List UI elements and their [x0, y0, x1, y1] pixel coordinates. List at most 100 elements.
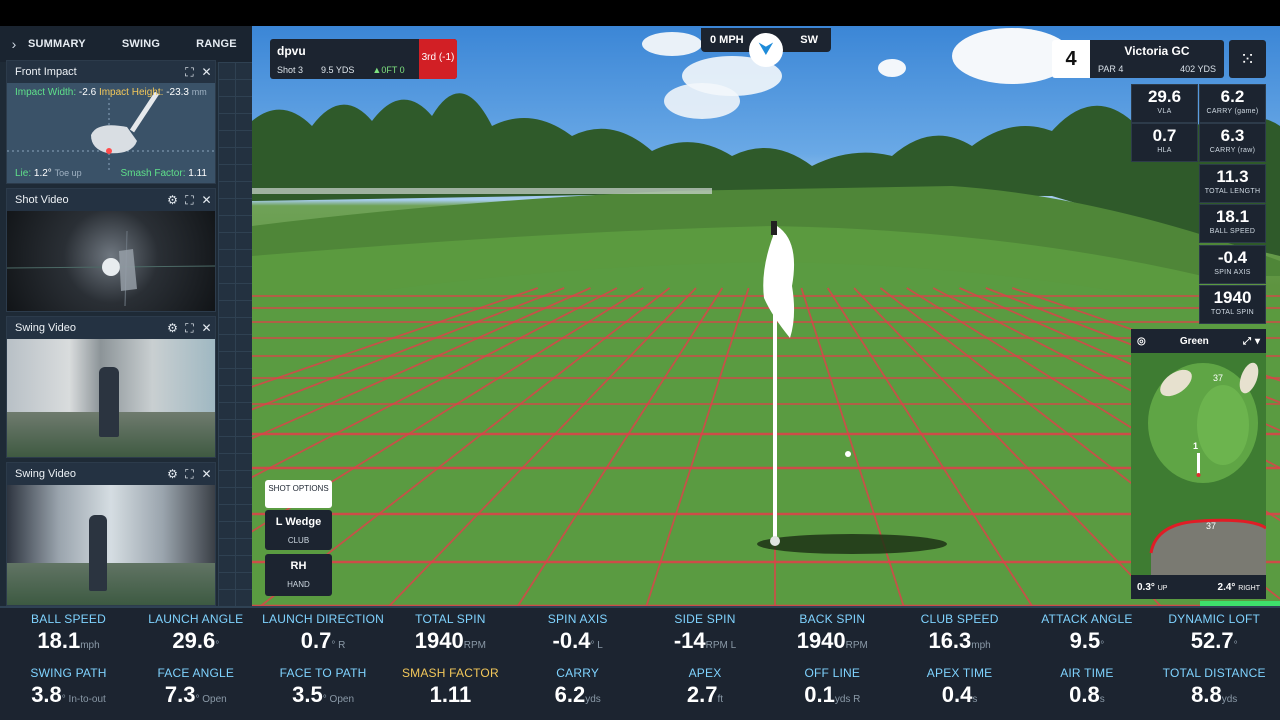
- stat-label: SPIN AXIS: [1214, 269, 1251, 276]
- minimap-view[interactable]: 37 37 1: [1131, 353, 1266, 575]
- metric-value-row: 52.7°: [1151, 630, 1278, 657]
- metric-unit: s: [972, 694, 978, 705]
- stat-tile-spin-axis: -0.4 SPIN AXIS: [1199, 245, 1266, 284]
- hole-details: PAR 4 402 YDS: [1098, 64, 1216, 74]
- gear-icon[interactable]: ⚙: [164, 467, 181, 481]
- minimap-header: ◎ Green ⤢ ▾: [1131, 329, 1266, 353]
- elevation-readout: 0.3° UP: [1137, 581, 1168, 593]
- metric-unit: ° In-to-out: [61, 694, 106, 705]
- top-strip: [0, 0, 1280, 26]
- lie-value: 1.2°: [33, 168, 52, 179]
- metric-value: 1940: [796, 628, 846, 653]
- golfer-figure: [89, 515, 107, 591]
- metric-unit: yds: [585, 694, 601, 705]
- metric-value-row: 18.1mph: [5, 630, 132, 657]
- gear-icon[interactable]: ⚙: [164, 321, 181, 335]
- metric-value: 7.3: [164, 682, 196, 707]
- impact-footer: Lie: 1.2° Toe up Smash Factor: 1.11: [15, 168, 207, 179]
- metric-value-row: 1940RPM: [387, 630, 514, 657]
- metric-launch-direction: LAUNCH DIRECTION 0.7° R: [260, 612, 387, 657]
- metric-value-row: 2.7ft: [642, 684, 769, 711]
- distance-marker-bottom: 37: [1206, 521, 1217, 531]
- player-name: dpvu: [277, 44, 306, 58]
- metric-value: 16.3: [928, 628, 972, 653]
- metric-label: DYNAMIC LOFT: [1168, 612, 1261, 626]
- metric-unit: mph: [80, 640, 100, 651]
- expand-chevron-icon[interactable]: ›: [0, 36, 28, 52]
- close-icon[interactable]: ✕: [198, 65, 215, 79]
- metric-club-speed: CLUB SPEED 16.3mph: [896, 612, 1023, 657]
- shot-video-panel: Shot Video ⚙ ⛶ ✕: [6, 188, 216, 312]
- grid-menu-icon[interactable]: ⁙: [1229, 40, 1266, 78]
- metric-value-row: 1940RPM: [769, 630, 896, 657]
- tab-summary[interactable]: SUMMARY: [28, 38, 86, 50]
- metric-value-row: 3.8° In-to-out: [5, 684, 132, 711]
- shot-options-button[interactable]: SHOT OPTIONS: [265, 480, 332, 508]
- metric-unit: s: [1099, 694, 1105, 705]
- chevron-down-icon[interactable]: ▾: [1255, 336, 1260, 347]
- fullscreen-icon[interactable]: ⛶: [181, 321, 198, 336]
- smash-value: 1.11: [188, 168, 207, 179]
- metric-value-row: 9.5°: [1023, 630, 1150, 657]
- metric-value: 52.7: [1190, 628, 1234, 653]
- panel-header: Swing Video ⚙ ⛶ ✕: [7, 463, 215, 485]
- metric-label: LAUNCH ANGLE: [148, 612, 244, 626]
- shot-video-view[interactable]: [7, 211, 215, 311]
- swing-video-view-2[interactable]: [7, 485, 215, 605]
- hand-selector[interactable]: RH HAND: [265, 554, 332, 596]
- close-icon[interactable]: ✕: [198, 321, 215, 335]
- metric-value-row: 16.3mph: [896, 630, 1023, 657]
- stat-tile-vla: 29.6 VLA: [1131, 84, 1198, 123]
- stat-tile-ball-speed: 18.1 BALL SPEED: [1199, 204, 1266, 243]
- close-icon[interactable]: ✕: [198, 193, 215, 207]
- metric-side-spin: SIDE SPIN -14RPM L: [642, 612, 769, 657]
- metric-unit: RPM: [463, 640, 486, 651]
- golfer-figure: [99, 367, 119, 437]
- fullscreen-icon[interactable]: ⛶: [181, 467, 198, 482]
- metric-total-spin: TOTAL SPIN 1940RPM: [387, 612, 514, 657]
- course-view: [252, 26, 1280, 606]
- hole-number: 4: [1052, 40, 1090, 78]
- swing-video-view-1[interactable]: [7, 339, 215, 457]
- metric-value-row: 3.5° Open: [260, 684, 387, 711]
- stat-value: -0.4: [1217, 248, 1248, 267]
- metric-unit: ° R: [331, 640, 346, 651]
- club-label: CLUB: [287, 536, 310, 545]
- metric-label: AIR TIME: [1060, 666, 1114, 680]
- metric-face-angle: FACE ANGLE 7.3° Open: [132, 666, 259, 711]
- shot-offset: ▲0FT 0: [372, 65, 405, 75]
- metric-value: 0.1: [804, 682, 835, 707]
- stat-value: 6.3: [1220, 126, 1245, 145]
- metric-unit: yds: [1221, 694, 1238, 705]
- shot-number: Shot 3: [277, 65, 304, 75]
- metric-value: 18.1: [37, 628, 81, 653]
- hole-par: PAR 4: [1098, 64, 1124, 74]
- metric-value: 0.4: [941, 682, 973, 707]
- fullscreen-icon[interactable]: ⛶: [181, 65, 198, 80]
- metric-value-row: 7.3° Open: [132, 684, 259, 711]
- metric-attack-angle: ATTACK ANGLE 9.5°: [1023, 612, 1150, 657]
- gear-icon[interactable]: ⚙: [164, 193, 181, 207]
- green-minimap: ◎ Green ⤢ ▾ 37 37 1 0.3° UP 2.4° RIGHT: [1131, 329, 1266, 599]
- metric-value: 0.8: [1069, 682, 1100, 707]
- tab-range[interactable]: RANGE: [196, 38, 237, 50]
- metric-label: SWING PATH: [30, 666, 107, 680]
- stat-value: 18.1: [1215, 207, 1250, 226]
- swing-video-panel-1: Swing Video ⚙ ⛶ ✕: [6, 316, 216, 458]
- club-selector[interactable]: L Wedge CLUB: [265, 510, 332, 550]
- tab-swing[interactable]: SWING: [122, 38, 160, 50]
- panel-title: Swing Video: [15, 322, 76, 334]
- wind-indicator: 0 MPH ⮟ SW: [701, 28, 831, 67]
- metric-unit: ° L: [590, 640, 603, 651]
- lie-note: Toe up: [54, 168, 82, 178]
- expand-icon[interactable]: ⤢: [1243, 336, 1251, 347]
- target-icon[interactable]: ◎: [1137, 336, 1146, 347]
- fullscreen-icon[interactable]: ⛶: [181, 193, 198, 208]
- stat-value: 29.6: [1147, 87, 1182, 106]
- metric-label: CARRY: [556, 666, 600, 680]
- metric-value: 2.7: [686, 682, 718, 707]
- stat-tile-hla: 0.7 HLA: [1131, 123, 1198, 162]
- metric-air-time: AIR TIME 0.8s: [1023, 666, 1150, 711]
- metric-label: LAUNCH DIRECTION: [262, 612, 385, 626]
- close-icon[interactable]: ✕: [198, 467, 215, 481]
